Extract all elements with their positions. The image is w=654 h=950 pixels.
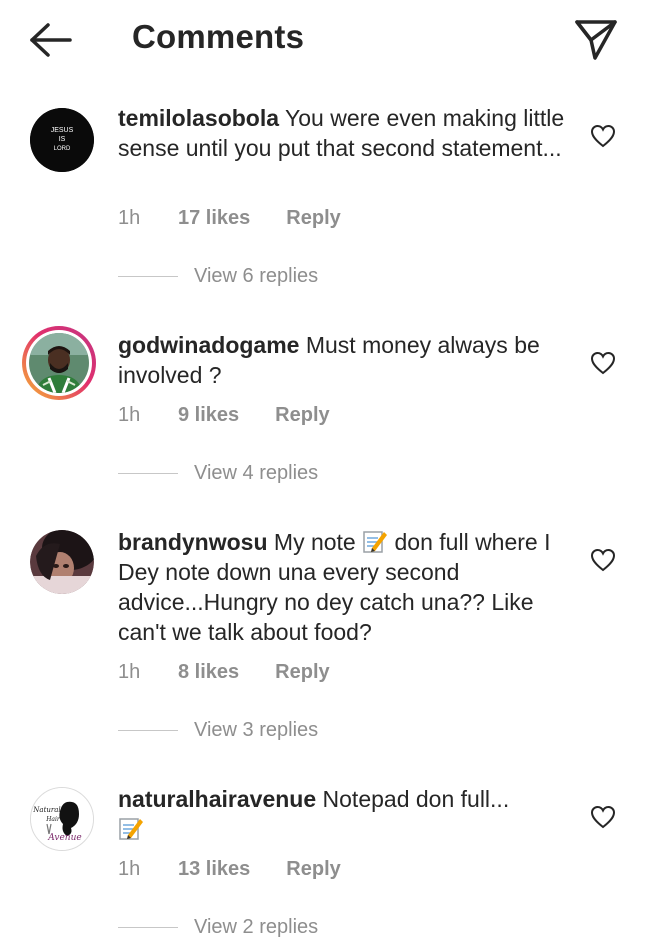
- heart-outline-icon: [590, 124, 616, 148]
- natural-hair-avenue-logo: Natural Hair Avenue: [31, 788, 93, 850]
- divider: [118, 276, 178, 278]
- heart-outline-icon: [590, 805, 616, 829]
- heart-outline-icon: [590, 548, 616, 572]
- page-title: Comments: [132, 18, 305, 55]
- view-replies-button[interactable]: View 2 replies: [118, 916, 318, 944]
- avatar[interactable]: [30, 530, 94, 594]
- profile-photo-icon: [29, 333, 89, 393]
- avatar[interactable]: JESUS IS LORD: [30, 108, 94, 172]
- comment-body: Notepad don full...: [316, 786, 510, 812]
- comment-text: naturalhairavenue Notepad don full...: [118, 784, 578, 844]
- reply-button[interactable]: Reply: [275, 659, 329, 685]
- comment-time: 1h: [118, 661, 141, 683]
- reply-button[interactable]: Reply: [275, 402, 329, 428]
- comment-text: godwinadogame Must money always be invol…: [118, 330, 578, 390]
- like-button[interactable]: [590, 124, 616, 148]
- avatar-line-2: IS: [59, 136, 66, 143]
- view-replies-label: View 6 replies: [194, 265, 319, 287]
- comment-meta: 1h 9 likes Reply: [118, 402, 330, 428]
- comment-likes[interactable]: 8 likes: [178, 659, 239, 685]
- avatar[interactable]: [22, 326, 96, 400]
- comment-time: 1h: [118, 404, 141, 426]
- comment-meta: 1h 13 likes Reply: [118, 856, 341, 882]
- avatar-line-3: LORD: [54, 146, 71, 152]
- reply-button[interactable]: Reply: [286, 856, 340, 882]
- share-button[interactable]: [573, 18, 619, 62]
- comment-meta: 1h 8 likes Reply: [118, 659, 330, 685]
- comment-time: 1h: [118, 207, 141, 229]
- memo-emoji-icon: [363, 531, 388, 553]
- comment-text: brandynwosu My note don full where I Dey…: [118, 527, 578, 647]
- logo-text-mid: Hair: [45, 816, 61, 823]
- like-button[interactable]: [590, 548, 616, 572]
- comment-text: temilolasobola You were even making litt…: [118, 103, 578, 163]
- comment-likes[interactable]: 9 likes: [178, 402, 239, 428]
- comment-likes[interactable]: 13 likes: [178, 856, 250, 882]
- reply-button[interactable]: Reply: [286, 205, 340, 231]
- avatar-ring-inner: [26, 330, 92, 396]
- view-replies-button[interactable]: View 6 replies: [118, 265, 318, 293]
- comment-likes[interactable]: 17 likes: [178, 205, 250, 231]
- header-bar: Comments: [0, 0, 654, 80]
- profile-photo-icon: [30, 530, 94, 594]
- avatar-line-1: JESUS: [51, 127, 74, 134]
- logo-text-bottom: Avenue: [47, 833, 81, 843]
- comment-username[interactable]: naturalhairavenue: [118, 786, 316, 812]
- view-replies-label: View 2 replies: [194, 916, 319, 938]
- comment-username[interactable]: godwinadogame: [118, 332, 299, 358]
- memo-emoji-icon: [119, 818, 143, 840]
- comment-meta: 1h 17 likes Reply: [118, 205, 341, 231]
- comment-time: 1h: [118, 858, 141, 880]
- comment-body-start: My note: [267, 529, 363, 555]
- paper-plane-icon: [575, 20, 617, 60]
- arrow-left-icon: [30, 23, 72, 57]
- view-replies-label: View 3 replies: [194, 719, 319, 741]
- like-button[interactable]: [590, 351, 616, 375]
- avatar[interactable]: Natural Hair Avenue: [30, 787, 94, 851]
- divider: [118, 473, 178, 475]
- divider: [118, 730, 178, 732]
- back-button[interactable]: [26, 20, 76, 60]
- comment-username[interactable]: brandynwosu: [118, 529, 268, 555]
- jesus-is-lord-avatar-icon: JESUS IS LORD: [30, 108, 94, 172]
- like-button[interactable]: [590, 805, 616, 829]
- logo-text-top: Natural: [32, 806, 60, 814]
- view-replies-label: View 4 replies: [194, 462, 319, 484]
- view-replies-button[interactable]: View 4 replies: [118, 462, 318, 490]
- comment-username[interactable]: temilolasobola: [118, 105, 279, 131]
- heart-outline-icon: [590, 351, 616, 375]
- divider: [118, 927, 178, 929]
- view-replies-button[interactable]: View 3 replies: [118, 719, 318, 747]
